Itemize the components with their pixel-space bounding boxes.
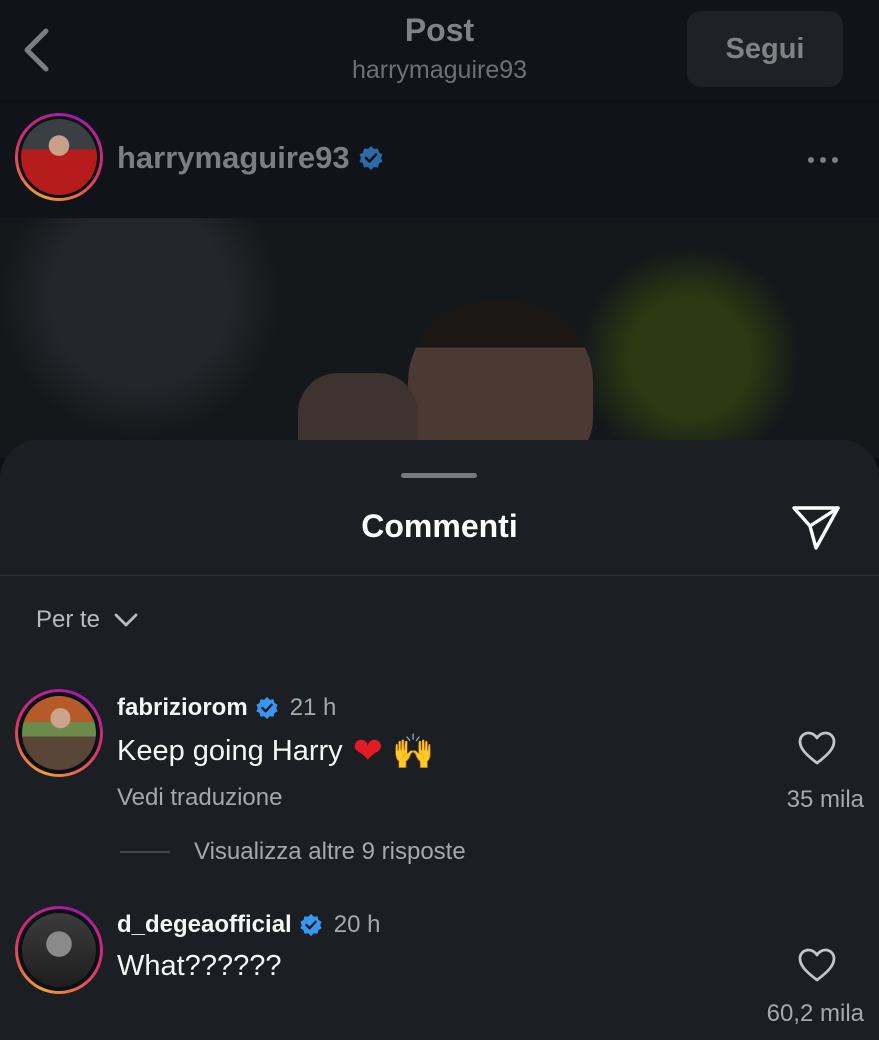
send-icon [792, 506, 840, 550]
comment-text: What?????? [117, 950, 282, 982]
view-replies-label: Visualizza altre 9 risposte [194, 838, 466, 865]
sheet-divider [0, 575, 879, 576]
replies-line [120, 851, 170, 853]
sort-dropdown[interactable]: Per te [36, 606, 138, 634]
verified-badge-icon [256, 696, 278, 720]
author-username: harrymaguire93 [117, 140, 350, 175]
comment-text: Keep going Harry [117, 735, 343, 767]
author-username-row[interactable]: harrymaguire93 [117, 140, 384, 176]
follow-button[interactable]: Segui [687, 11, 843, 87]
comment-like-count: 35 mila [786, 786, 864, 813]
chevron-down-icon [114, 613, 138, 627]
comment-body: Keep going Harry ❤ 🙌 [117, 731, 434, 772]
raised-hands-emoji-icon: 🙌 [392, 732, 435, 772]
sort-label: Per te [36, 606, 101, 633]
comment-header: fabriziorom 21 h [117, 694, 336, 722]
more-options-icon[interactable] [808, 150, 852, 170]
commenter-username[interactable]: fabriziorom [117, 694, 248, 722]
view-replies-button[interactable]: Visualizza altre 9 risposte [120, 838, 466, 866]
comments-title: Commenti [361, 508, 518, 544]
share-button[interactable] [788, 498, 844, 554]
see-translation-link[interactable]: Vedi traduzione [117, 784, 282, 812]
player-figure [408, 300, 593, 458]
heart-emoji-icon: ❤ [352, 731, 383, 772]
comment-like-button[interactable] [797, 946, 837, 986]
comment-time: 20 h [333, 911, 381, 938]
verified-badge-icon [300, 913, 322, 937]
comment-emojis: ❤ 🙌 [353, 731, 435, 772]
commenter-avatar[interactable] [22, 913, 96, 987]
comment-header: d_degeaofficial 20 h [117, 911, 380, 939]
comment-body: What?????? [117, 950, 281, 983]
sheet-drag-handle[interactable] [401, 473, 477, 478]
post-image[interactable] [0, 218, 879, 458]
verified-badge-icon [359, 146, 383, 170]
commenter-avatar[interactable] [22, 696, 96, 770]
heart-outline-icon [798, 948, 836, 982]
comment-like-button[interactable] [797, 729, 837, 769]
commenter-username[interactable]: d_degeaofficial [117, 911, 292, 939]
heart-outline-icon [798, 731, 836, 765]
comment-time: 21 h [289, 694, 337, 721]
author-avatar[interactable] [21, 119, 97, 195]
